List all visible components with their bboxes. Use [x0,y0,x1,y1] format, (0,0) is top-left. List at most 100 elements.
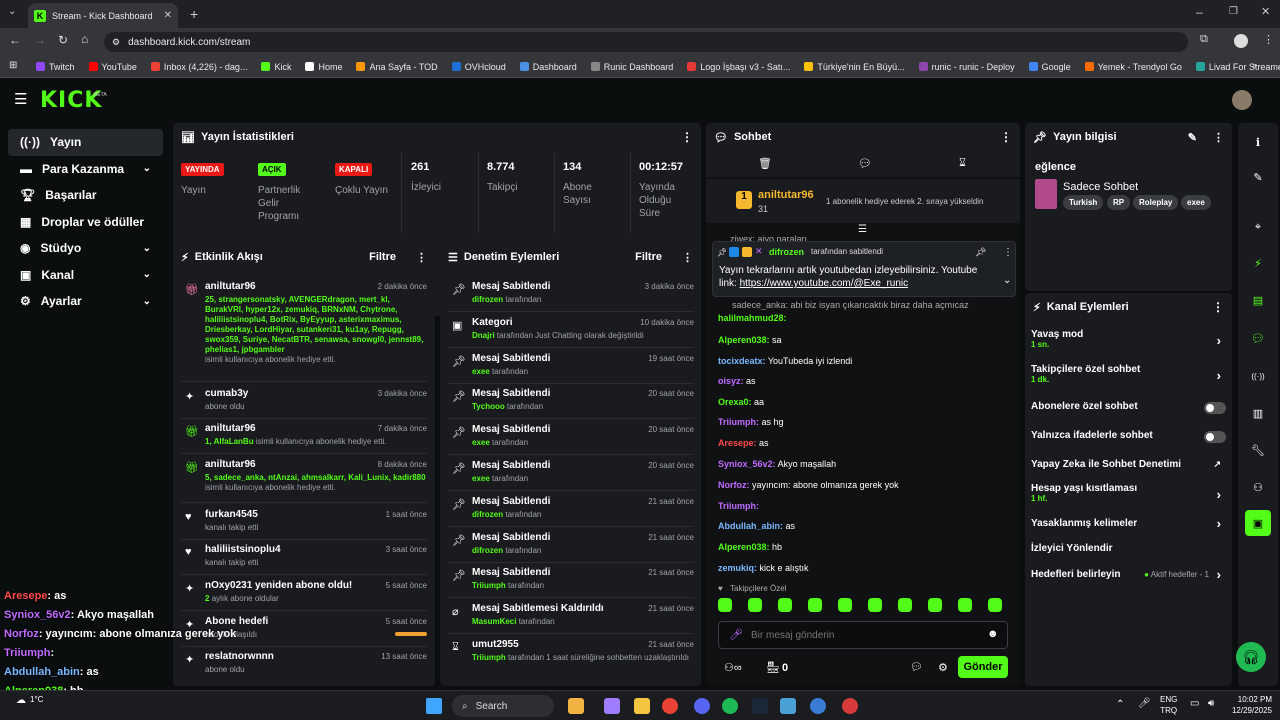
chat-message[interactable]: Alperen038: sa [718,335,782,345]
bookmark-item[interactable]: Yemek - Trendyol Go [1084,62,1182,72]
hourglass-icon[interactable]: ⌛︎ [959,157,966,170]
tab-search-icon[interactable]: ⌄ [8,6,16,17]
followers-only-row[interactable]: Takipçilere özel sohbet 1 dk. › [1031,364,1221,390]
chat-message[interactable]: Alperen038: hb [718,542,782,552]
emote-icon[interactable] [838,598,852,612]
taskbar-app-icon[interactable] [842,698,858,714]
more-options-icon[interactable]: ⋮ [1003,247,1013,258]
viewer-redirect-row[interactable]: İzleyici Yönlendir [1031,543,1221,561]
emote-icon[interactable] [808,598,822,612]
taskbar-app-icon[interactable] [634,698,650,714]
more-options-icon[interactable]: ⋮ [416,251,427,264]
notes-icon[interactable]: ▤ [1245,287,1271,313]
bookmark-item[interactable]: Türkiye'nin En Büyü... [804,62,905,72]
slow-mode-row[interactable]: Yavaş mod 1 sn. › [1031,329,1221,355]
chat-message[interactable]: Norfoz: yayıncım: abone olmanıza gerek y… [718,480,899,490]
sidebar-item-kanal[interactable]: ▣ Kanal ⌄ [8,262,163,289]
emote-icon[interactable] [778,598,792,612]
category-name[interactable]: Sadece Sohbet [1063,181,1138,193]
bookmark-item[interactable]: runic - runic - Deploy [918,62,1015,72]
bookmark-item[interactable]: YouTube [88,62,137,72]
edit-icon[interactable]: ✎ [1188,131,1197,144]
bookmark-item[interactable]: Inbox (4,226) - dag... [150,62,247,72]
more-options-icon[interactable]: ⋮ [1213,131,1224,144]
sidebar-item-studyo[interactable]: ◉ Stüdyo ⌄ [8,235,163,262]
emote-icon[interactable] [898,598,912,612]
banned-words-row[interactable]: Yasaklanmış kelimeler › [1031,516,1221,536]
chat-message[interactable]: Triiumph: [718,501,759,511]
more-options-icon[interactable]: ⋮ [1000,130,1012,144]
back-icon[interactable]: ← [9,33,21,47]
store-icon[interactable]: 🏪︎ [766,661,780,674]
bookmark-item[interactable]: Dashboard [519,62,577,72]
tag[interactable]: Roleplay [1133,195,1179,210]
chat-message[interactable]: oisyz: as [718,376,756,386]
profile-icon[interactable] [1234,34,1248,48]
chat-bubble-icon[interactable]: 💬︎ [910,662,923,673]
more-options-icon[interactable]: ⋮ [682,251,693,264]
wrench-icon[interactable]: 🔧︎ [1245,437,1271,463]
bookmark-item[interactable]: Google [1028,62,1071,72]
clock[interactable]: 10:02 PM 12/29/2025 [1224,694,1272,716]
taskbar-app-icon[interactable] [604,698,620,714]
pinned-link[interactable]: https://www.youtube.com/@Exe_runic [740,278,909,289]
filter-button[interactable]: Filtre [635,251,662,263]
taskbar-app-icon[interactable] [810,698,826,714]
more-options-icon[interactable]: ⋮ [681,130,693,144]
extensions-icon[interactable]: ⧉ [1200,33,1208,46]
sidebar-item-basarilar[interactable]: 🏆︎ Başarılar [8,182,163,209]
chat-message[interactable]: Triiumph: as hg [718,417,784,427]
emote-icon[interactable] [988,598,1002,612]
chat-message[interactable]: zemukiq: kick e alıştık [718,563,809,573]
bookmarks-overflow-icon[interactable]: » [1252,60,1257,70]
close-window-icon[interactable]: ✕ [1261,5,1270,18]
bookmark-item[interactable]: OVHcloud [451,62,506,72]
reload-icon[interactable]: ↻ [58,33,68,47]
chat-bubble-icon[interactable]: 💬︎ [1245,325,1271,351]
support-icon[interactable]: 🎧︎ [1236,642,1266,672]
emote-icon[interactable] [868,598,882,612]
volume-icon[interactable]: 🔊︎ [1208,698,1214,709]
chat-message[interactable]: halilmahmud28: [718,313,787,323]
chat-message[interactable]: tocixdeatx: YouTubeda iyi izlendi [718,356,852,366]
tag[interactable]: exee [1181,195,1211,210]
unpin-icon[interactable]: 📌︎ [975,247,986,258]
tab-close-icon[interactable]: ✕ [164,10,172,21]
taskbar-app-icon[interactable] [780,698,796,714]
browser-tab[interactable]: K Stream - Kick Dashboard ✕ [28,3,178,28]
edit-icon[interactable]: ✎ [1245,164,1271,190]
taskbar-app-icon[interactable] [568,698,584,714]
taskbar-search[interactable]: ⌕ Search [452,695,554,717]
tag[interactable]: RP [1107,195,1131,210]
apps-grid-icon[interactable]: ⊞ [9,60,17,71]
home-icon[interactable]: ⌂ [81,32,88,46]
points-icon[interactable]: ⚇∞ [724,661,742,674]
sidebar-item-ayarlar[interactable]: ⚙ Ayarlar ⌄ [8,288,163,315]
forward-icon[interactable]: → [34,33,46,47]
filter-button[interactable]: Filtre [369,251,396,263]
taskbar-app-icon[interactable] [722,698,738,714]
site-info-icon[interactable]: ⚙ [112,37,120,48]
new-tab-icon[interactable]: + [190,6,198,22]
emoji-icon[interactable]: ☻ [987,628,999,640]
sidebar-item-para-kazanma[interactable]: ▬ Para Kazanma ⌄ [8,156,163,183]
pinned-message[interactable]: 📌︎ ✕ difrozen tarafından sabitlendi 📌︎ ⋮… [712,241,1016,297]
bookmark-item[interactable]: Livad For Streamers [1195,62,1280,72]
microphone-icon[interactable]: 🎤︎ [729,628,743,641]
bookmark-item[interactable]: Twitch [36,62,75,72]
subs-only-toggle[interactable] [1204,402,1226,414]
browser-menu-icon[interactable]: ⋮ [1263,33,1274,46]
layout-icon[interactable]: ▥ [1245,400,1271,426]
avatar[interactable] [1232,90,1252,110]
bookmark-item[interactable]: Ana Sayfa - TOD [356,62,438,72]
trash-icon[interactable]: 🗑︎ [758,157,772,170]
emote-icon[interactable] [748,598,762,612]
bookmark-item[interactable]: Runic Dashboard [590,62,673,72]
chat-message[interactable]: Aresepe: as [718,438,769,448]
emote-icon[interactable] [928,598,942,612]
chat-message[interactable]: Abdullah_abin: as [718,521,795,531]
sidebar-item-yayin[interactable]: ((·)) Yayın [8,129,163,156]
pin-collapse-icon[interactable]: ☰ [858,224,867,235]
taskbar-app-icon[interactable] [752,698,768,714]
sidebar-item-droplar[interactable]: ▦ Droplar ve ödüller [8,209,163,236]
